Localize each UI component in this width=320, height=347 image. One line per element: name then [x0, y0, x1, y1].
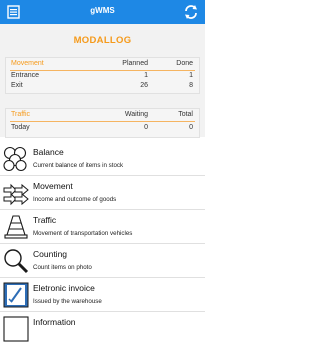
top-app-bar: gWMS: [0, 0, 205, 24]
table-row: Today 0 0: [6, 123, 199, 133]
traffic-summary-card[interactable]: Traffic Waiting Total Today 0 0: [5, 108, 200, 138]
done-value: 1: [189, 72, 193, 79]
refresh-icon[interactable]: [183, 4, 199, 20]
menu-item-counting[interactable]: Counting Count items on photo: [0, 244, 205, 278]
menu-item-title: Movement: [33, 181, 73, 191]
app-title: gWMS: [90, 6, 115, 15]
total-value: 0: [189, 124, 193, 131]
table-row: Entrance 1 1: [6, 71, 199, 81]
movement-header-row: Movement Planned Done: [6, 59, 199, 69]
menu-item-electronic-invoice[interactable]: Eletronic invoice Issued by the warehous…: [0, 278, 205, 312]
planned-column-header: Planned: [122, 60, 148, 67]
menu-item-title: Balance: [33, 147, 64, 157]
brand-name: MODALLOG: [73, 35, 132, 46]
menu-item-subtitle: Movement of transportation vehicles: [33, 230, 133, 237]
waiting-column-header: Waiting: [124, 111, 148, 118]
menu-item-subtitle: Count items on photo: [33, 264, 92, 271]
menu-item-title: Information: [33, 317, 76, 327]
menu-item-title: Counting: [33, 249, 68, 259]
waiting-value: 0: [144, 124, 148, 131]
row-label: Exit: [11, 82, 23, 89]
movement-heading: Movement: [11, 60, 44, 67]
menu-item-subtitle: Issued by the warehouse: [33, 298, 102, 305]
dashboard-panel: MODALLOG Movement Planned Done Entrance …: [0, 24, 205, 138]
row-label: Entrance: [11, 72, 40, 79]
traffic-header-row: Traffic Waiting Total: [6, 110, 199, 120]
traffic-heading: Traffic: [11, 111, 31, 118]
movement-summary-card[interactable]: Movement Planned Done Entrance 1 1 Exit …: [5, 57, 200, 94]
menu-item-balance[interactable]: Balance Current balance of items in stoc…: [0, 142, 205, 176]
magnifier-icon: [3, 248, 29, 274]
divider: [0, 311, 205, 312]
invoice-icon: [3, 282, 29, 308]
traffic-cone-icon: [3, 214, 29, 240]
movement-icon: [3, 180, 29, 206]
table-row: Exit 26 8: [6, 81, 199, 91]
menu-item-subtitle: Income and outcome of goods: [33, 196, 117, 203]
menu-item-title: Eletronic invoice: [33, 283, 95, 293]
row-label: Today: [11, 124, 30, 131]
menu-item-traffic[interactable]: Traffic Movement of transportation vehic…: [0, 210, 205, 244]
info-icon: [3, 316, 29, 342]
menu-item-title: Traffic: [33, 215, 57, 225]
done-value: 8: [189, 82, 193, 89]
balance-icon: [3, 146, 29, 172]
divider: [10, 121, 195, 122]
total-column-header: Total: [178, 111, 193, 118]
planned-value: 1: [144, 72, 148, 79]
menu-item-subtitle: Current balance of items in stock: [33, 162, 124, 169]
planned-value: 26: [140, 82, 148, 89]
done-column-header: Done: [176, 60, 193, 67]
menu-item-movement[interactable]: Movement Income and outcome of goods: [0, 176, 205, 210]
